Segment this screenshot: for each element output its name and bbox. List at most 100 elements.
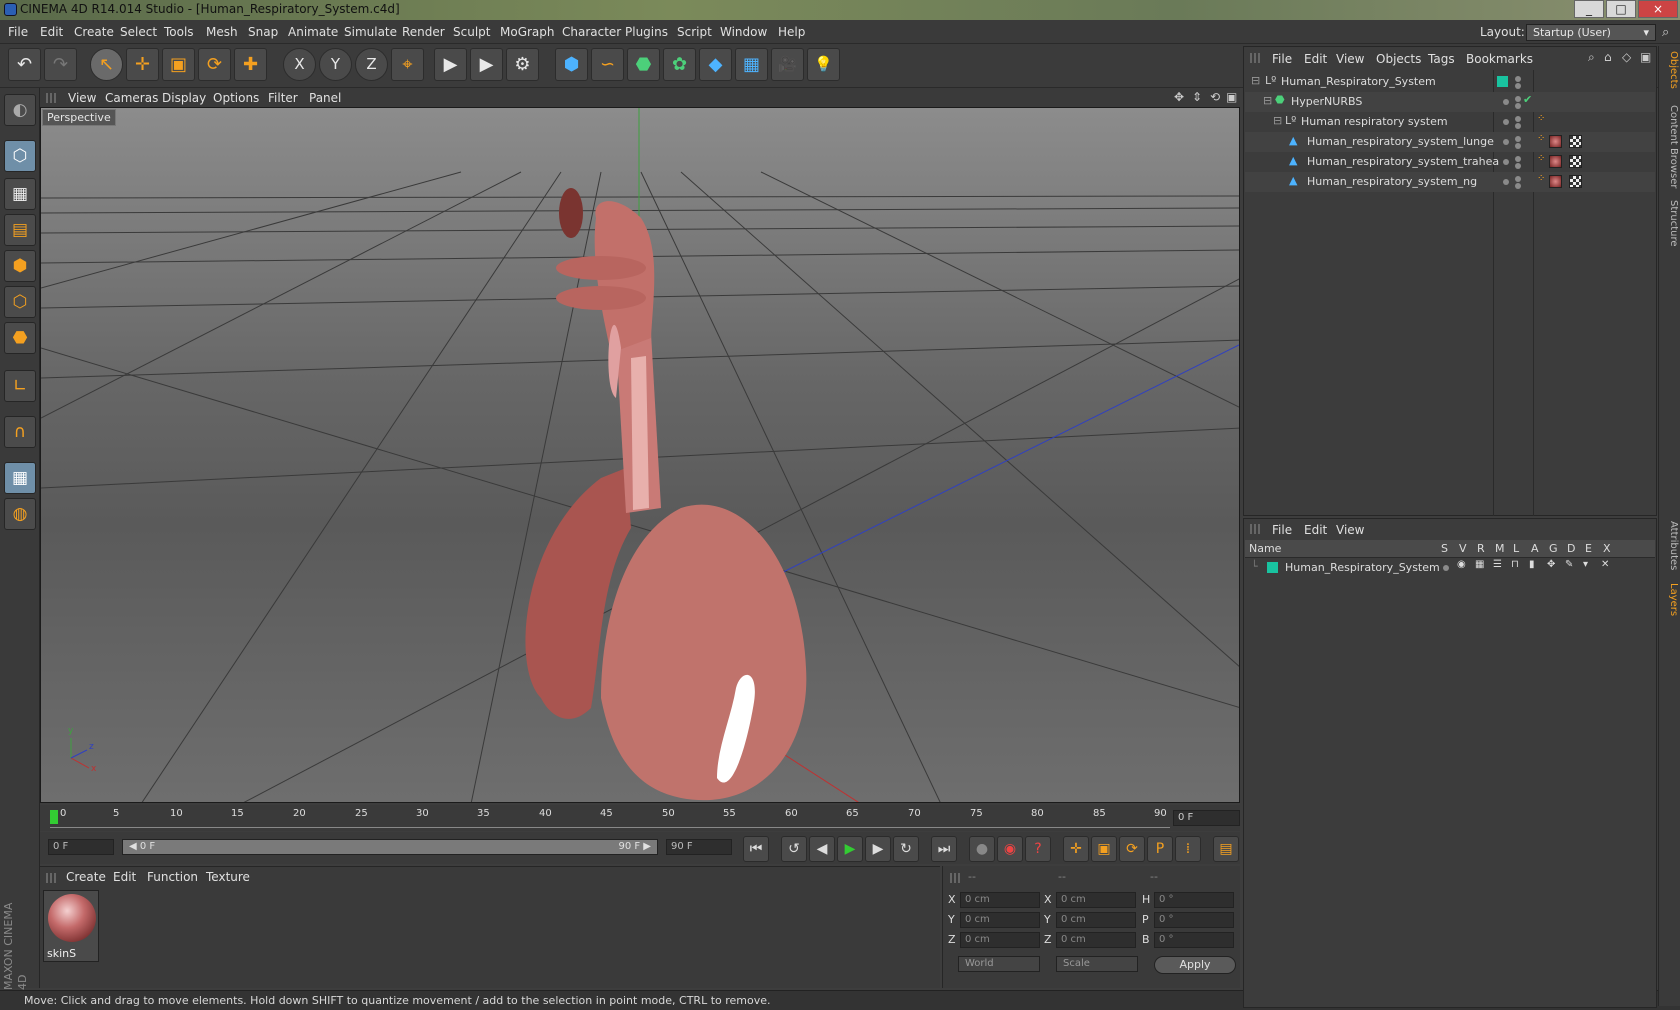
points-mode-icon[interactable]: ⬢ bbox=[4, 250, 36, 282]
menu-select[interactable]: Select bbox=[120, 25, 157, 39]
point-key-button[interactable]: ⁞ bbox=[1175, 836, 1201, 862]
respiratory-model[interactable] bbox=[525, 188, 807, 801]
scale-tool-button[interactable]: ▣ bbox=[162, 48, 195, 81]
objects-menu-objects[interactable]: Objects bbox=[1376, 52, 1421, 66]
start-frame-field[interactable]: 0 F bbox=[48, 839, 114, 855]
previous-frame-button[interactable]: ◀ bbox=[809, 836, 835, 862]
object-row-hypernurbs[interactable]: ⊟ ⬣ HyperNURBS ✔ bbox=[1245, 92, 1655, 112]
uvw-tag-icon[interactable] bbox=[1569, 135, 1582, 148]
undo-button[interactable]: ↶ bbox=[8, 48, 41, 81]
layer-dot[interactable] bbox=[1503, 119, 1509, 125]
objects-menu-view[interactable]: View bbox=[1336, 52, 1364, 66]
axis-mode-icon[interactable]: ∟ bbox=[4, 370, 36, 402]
tab-objects[interactable]: Objects bbox=[1661, 50, 1679, 90]
object-row-trahea[interactable]: ▲ Human_respiratory_system_trahea ⁘ bbox=[1245, 152, 1655, 172]
viewport-menu-panel[interactable]: Panel bbox=[309, 91, 341, 105]
workplane-icon[interactable]: ▤ bbox=[4, 214, 36, 246]
render-icon[interactable]: ▦ bbox=[1475, 559, 1484, 570]
layer-dot[interactable] bbox=[1503, 99, 1509, 105]
search-icon[interactable]: ⌕ bbox=[1662, 25, 1669, 40]
layers-menu-view[interactable]: View bbox=[1336, 523, 1364, 537]
position-x-field[interactable]: 0 cm bbox=[960, 892, 1040, 908]
rotation-h-field[interactable]: 0 ° bbox=[1154, 892, 1234, 908]
phong-tag-icon[interactable]: ⁘ bbox=[1537, 133, 1545, 144]
zoom-icon[interactable]: ⇕ bbox=[1192, 90, 1202, 104]
axis-x-button[interactable]: X bbox=[283, 48, 316, 81]
editor-visibility-dot[interactable] bbox=[1515, 76, 1521, 82]
layout-dropdown[interactable]: Startup (User) ▾ bbox=[1526, 24, 1656, 41]
texture-mode-icon[interactable]: ▦ bbox=[4, 178, 36, 210]
next-frame-button[interactable]: ▶ bbox=[865, 836, 891, 862]
layers-menu-edit[interactable]: Edit bbox=[1304, 523, 1327, 537]
rotation-b-field[interactable]: 0 ° bbox=[1154, 932, 1234, 948]
position-z-field[interactable]: 0 cm bbox=[960, 932, 1040, 948]
autokey-button[interactable]: ◉ bbox=[997, 836, 1023, 862]
viewport-menu-filter[interactable]: Filter bbox=[268, 91, 298, 105]
menu-file[interactable]: File bbox=[8, 25, 28, 39]
layer-dot[interactable] bbox=[1503, 159, 1509, 165]
deformer-button[interactable]: ◆ bbox=[699, 48, 732, 81]
position-y-field[interactable]: 0 cm bbox=[960, 912, 1040, 928]
animation-icon[interactable]: ▮ bbox=[1529, 559, 1535, 570]
objects-menu-bookmarks[interactable]: Bookmarks bbox=[1466, 52, 1533, 66]
spline-button[interactable]: ∽ bbox=[591, 48, 624, 81]
phong-tag-icon[interactable]: ⁘ bbox=[1537, 113, 1545, 124]
next-key-button[interactable]: ↻ bbox=[893, 836, 919, 862]
add-tool-button[interactable]: ✚ bbox=[234, 48, 267, 81]
phong-tag-icon[interactable]: ⁘ bbox=[1537, 173, 1545, 184]
eye-icon[interactable]: ◉ bbox=[1457, 559, 1466, 570]
viewport-menu-display[interactable]: Display bbox=[162, 91, 206, 105]
menu-help[interactable]: Help bbox=[778, 25, 805, 39]
column-solo[interactable]: S bbox=[1441, 542, 1448, 555]
maximize-button[interactable]: □ bbox=[1606, 0, 1636, 18]
menu-edit[interactable]: Edit bbox=[40, 25, 63, 39]
size-x-field[interactable]: 0 cm bbox=[1056, 892, 1136, 908]
pla-key-button[interactable]: P bbox=[1147, 836, 1173, 862]
rotate-tool-button[interactable]: ⟳ bbox=[198, 48, 231, 81]
menu-snap[interactable]: Snap bbox=[248, 25, 278, 39]
viewport-menu-cameras[interactable]: Cameras bbox=[105, 91, 158, 105]
column-expressions[interactable]: E bbox=[1585, 542, 1592, 555]
end-frame-field[interactable]: 90 F bbox=[666, 839, 732, 855]
editor-visibility-dot[interactable] bbox=[1515, 136, 1521, 142]
previous-key-button[interactable]: ↺ bbox=[781, 836, 807, 862]
xref-icon[interactable]: ✕ bbox=[1601, 559, 1609, 570]
column-locked[interactable]: L bbox=[1513, 542, 1519, 555]
tab-layers[interactable]: Layers bbox=[1661, 580, 1679, 620]
menu-create[interactable]: Create bbox=[74, 25, 114, 39]
apply-button[interactable]: Apply bbox=[1154, 956, 1236, 974]
search-icon[interactable]: ⌕ bbox=[1588, 50, 1595, 65]
soft-selection-icon[interactable]: ◍ bbox=[4, 498, 36, 530]
editor-visibility-dot[interactable] bbox=[1515, 156, 1521, 162]
rotation-p-field[interactable]: 0 ° bbox=[1154, 912, 1234, 928]
object-row-group[interactable]: ⊟ Lº Human respiratory system ⁘ bbox=[1245, 112, 1655, 132]
column-animation[interactable]: A bbox=[1531, 542, 1539, 555]
menu-simulate[interactable]: Simulate bbox=[344, 25, 397, 39]
render-visibility-dot[interactable] bbox=[1515, 83, 1521, 89]
record-button[interactable]: ● bbox=[969, 836, 995, 862]
objects-menu-tags[interactable]: Tags bbox=[1428, 52, 1455, 66]
keyframe-help-button[interactable]: ? bbox=[1025, 836, 1051, 862]
lock-icon[interactable]: ◇ bbox=[1622, 50, 1631, 64]
enabled-check-icon[interactable]: ✔ bbox=[1523, 93, 1532, 106]
render-visibility-dot[interactable] bbox=[1515, 163, 1521, 169]
rotate-key-button[interactable]: ⟳ bbox=[1119, 836, 1145, 862]
timeline-window-button[interactable]: ▤ bbox=[1213, 836, 1239, 862]
material-thumbnail[interactable]: skinS bbox=[43, 890, 99, 962]
generator-icon[interactable]: ✥ bbox=[1547, 559, 1555, 570]
menu-mograph[interactable]: MoGraph bbox=[500, 25, 555, 39]
menu-mesh[interactable]: Mesh bbox=[206, 25, 238, 39]
go-to-end-button[interactable]: ⏭ bbox=[931, 836, 957, 862]
tab-attributes[interactable]: Attributes bbox=[1661, 518, 1679, 574]
size-y-field[interactable]: 0 cm bbox=[1056, 912, 1136, 928]
render-visibility-dot[interactable] bbox=[1515, 103, 1521, 109]
move-tool-button[interactable]: ✛ bbox=[126, 48, 159, 81]
layer-row[interactable]: └ Human_Respiratory_System ◉ ▦ ☰ ⊓ ▮ ✥ ✎… bbox=[1245, 558, 1655, 578]
size-mode-dropdown[interactable]: Scale bbox=[1056, 956, 1138, 972]
column-manager[interactable]: M bbox=[1495, 542, 1505, 555]
move-key-button[interactable]: ✛ bbox=[1063, 836, 1089, 862]
close-button[interactable]: × bbox=[1638, 0, 1678, 18]
array-button[interactable]: ✿ bbox=[663, 48, 696, 81]
orbit-icon[interactable]: ⟲ bbox=[1210, 90, 1220, 104]
layers-menu-file[interactable]: File bbox=[1272, 523, 1292, 537]
